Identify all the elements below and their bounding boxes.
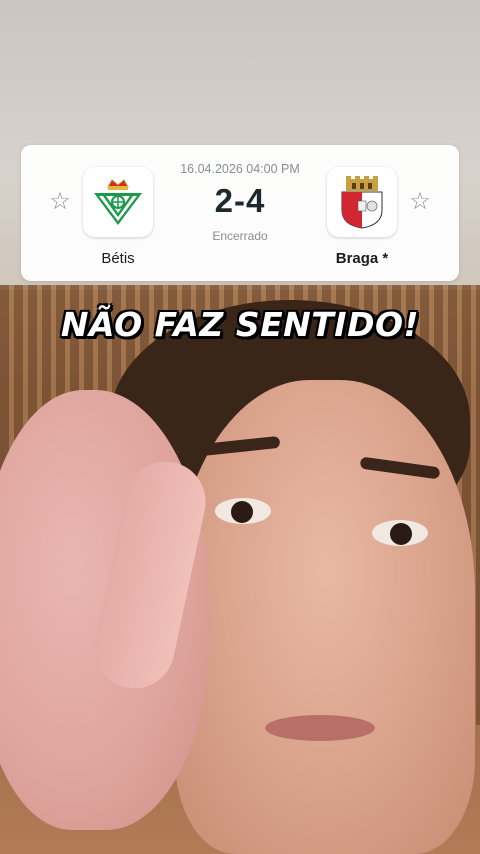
video-caption: NÃO FAZ SENTIDO! — [60, 305, 420, 344]
video-background — [0, 0, 480, 854]
away-team-name[interactable]: Braga * — [302, 250, 422, 267]
home-team-name[interactable]: Bétis — [58, 250, 178, 267]
home-team-logo[interactable] — [83, 167, 153, 237]
real-betis-crest-icon — [94, 179, 142, 225]
person-right-eye — [372, 520, 428, 546]
person-mouth — [265, 715, 375, 741]
away-team-logo[interactable] — [327, 167, 397, 237]
match-status: Encerrado — [212, 229, 268, 243]
match-score-card[interactable]: ☆ Bétis 16.04.2026 04:00 PM 2-4 Encerrad… — [21, 145, 459, 281]
favorite-away-star-icon[interactable]: ☆ — [407, 189, 433, 215]
sc-braga-crest-icon — [341, 176, 383, 229]
match-score: 2-4 — [214, 182, 266, 219]
favorite-home-star-icon[interactable]: ☆ — [47, 189, 73, 215]
person-left-eye — [215, 498, 271, 524]
match-datetime: 16.04.2026 04:00 PM — [180, 162, 300, 176]
